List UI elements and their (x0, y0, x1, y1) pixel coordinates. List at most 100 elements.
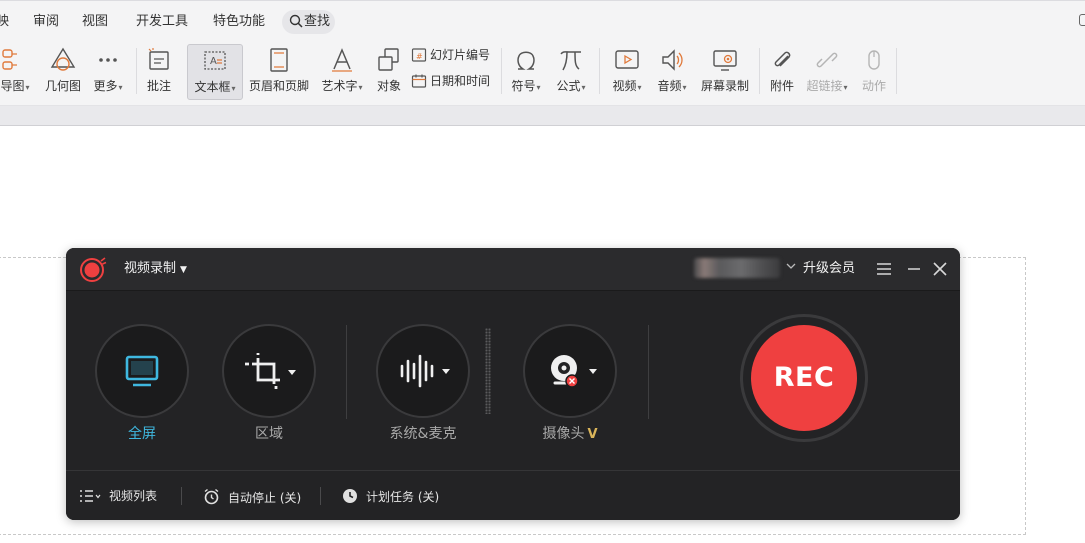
monitor-icon (125, 355, 159, 387)
comment-label: 批注 (146, 79, 171, 93)
alarm-clock-icon (204, 488, 219, 505)
menu-tab-features[interactable]: 特色功能 (213, 14, 265, 30)
scheduled-task-label: 计划任务 (关) (366, 490, 440, 504)
minimize-icon[interactable] (905, 260, 923, 278)
svg-text:#: # (416, 52, 423, 61)
shapes-button[interactable]: 几何图 (44, 44, 82, 100)
object-button[interactable]: 对象 (373, 44, 405, 100)
video-button[interactable]: 视频▾ (608, 44, 646, 100)
shapes-icon (50, 47, 76, 71)
caret-icon: ▾ (25, 83, 30, 92)
region-mode-button[interactable] (222, 324, 316, 418)
shapes-label: 几何图 (44, 79, 81, 93)
clock-icon (343, 489, 357, 503)
region-mode-label: 区域 (255, 426, 283, 442)
mouse-icon (868, 50, 880, 70)
hyperlink-button: 超链接▾ (804, 44, 850, 100)
ribbon-collapse-icon[interactable] (1079, 14, 1085, 26)
audio-button[interactable]: 音频▾ (653, 44, 691, 100)
speaker-icon (662, 49, 683, 71)
header-footer-label: 页眉和页脚 (248, 79, 309, 93)
mindmap-button[interactable]: 导图▾ (0, 44, 36, 100)
toolbar-separator (896, 48, 897, 94)
attachment-label: 附件 (769, 79, 794, 93)
mode-divider (648, 325, 649, 419)
caret-icon: ▾ (536, 83, 541, 92)
fullscreen-mode-label: 全屏 (128, 426, 156, 442)
screen-record-label: 屏幕录制 (700, 79, 749, 93)
upgrade-vip-link[interactable]: 升级会员 (803, 261, 855, 277)
mindmap-label: 导图 (0, 79, 25, 93)
menu-tab-review[interactable]: 审阅 (33, 14, 59, 30)
symbol-label: 符号 (511, 79, 536, 93)
link-icon (816, 52, 838, 68)
webcam-button[interactable] (523, 324, 617, 418)
date-time-button[interactable]: 日期和时间 (411, 72, 490, 90)
svg-text:A: A (210, 56, 217, 67)
slide-number-icon: # (411, 48, 427, 62)
user-avatar[interactable] (694, 258, 780, 278)
audio-source-button[interactable] (376, 324, 470, 418)
menu-tab-slideshow[interactable]: 映 (0, 14, 9, 30)
video-list-label: 视频列表 (109, 489, 158, 503)
screen: 映 审阅 视图 开发工具 特色功能 查找 导图▾ 几何图 更多▾ 批注 A 文本… (0, 0, 1085, 543)
fullscreen-mode-button[interactable] (95, 324, 189, 418)
recorder-titlebar[interactable]: 视频录制 ▼ 升级会员 (66, 248, 960, 291)
chevron-down-icon[interactable] (786, 261, 796, 271)
symbol-button[interactable]: 符号▾ (508, 44, 544, 100)
search-button[interactable]: 查找 (282, 10, 335, 34)
menu-icon[interactable] (875, 260, 893, 278)
action-button: 动作 (857, 44, 891, 100)
toolbar-separator (599, 48, 600, 94)
attachment-button[interactable]: 附件 (766, 44, 798, 100)
action-label: 动作 (861, 79, 886, 93)
audio-label: 音频 (657, 79, 682, 93)
slide-number-label: 幻灯片编号 (430, 48, 491, 62)
auto-stop-button[interactable]: 自动停止 (关) (203, 488, 301, 506)
wordart-icon (332, 48, 352, 72)
pi-icon (560, 51, 581, 71)
slide-number-button[interactable]: # 幻灯片编号 (411, 46, 490, 64)
video-label: 视频 (612, 79, 637, 93)
vip-badge-icon: V (587, 427, 598, 442)
ribbon-menubar: 映 审阅 视图 开发工具 特色功能 查找 (0, 0, 1085, 40)
date-time-label: 日期和时间 (430, 74, 491, 88)
recorder-footer: 视频列表 自动停止 (关) 计划任务 (关) (66, 470, 960, 520)
screen-record-button[interactable]: 屏幕录制 (699, 44, 751, 100)
wordart-label: 艺术字 (321, 79, 358, 93)
footer-separator (320, 487, 321, 505)
comment-button[interactable]: 批注 (143, 44, 175, 100)
close-icon[interactable] (931, 260, 949, 278)
caret-icon: ▾ (682, 83, 687, 92)
rec-button[interactable]: REC (751, 325, 857, 431)
toolbar-separator (136, 48, 137, 94)
ribbon-toolbar: 导图▾ 几何图 更多▾ 批注 A 文本框▾ 页眉和页脚 艺术字▾ 对象 # 幻灯… (0, 40, 1085, 106)
textbox-button[interactable]: A 文本框▾ (187, 44, 243, 100)
formula-button[interactable]: 公式▾ (552, 44, 590, 100)
footer-separator (181, 487, 182, 505)
caret-icon: ▾ (118, 83, 123, 92)
caret-icon: ▾ (231, 84, 236, 93)
toolbar-separator (501, 48, 502, 94)
dropdown-caret-icon: ▼ (180, 265, 187, 275)
toolbar-separator (759, 48, 760, 94)
recording-mode-dropdown[interactable]: 视频录制 ▼ (124, 261, 187, 278)
more-button[interactable]: 更多▾ (89, 44, 127, 100)
video-list-button[interactable]: 视频列表 (79, 488, 157, 504)
wordart-button[interactable]: 艺术字▾ (318, 44, 366, 100)
audio-source-label: 系统&麦克 (389, 426, 457, 442)
menu-tab-developer[interactable]: 开发工具 (136, 14, 188, 30)
formula-label: 公式 (556, 79, 581, 93)
audio-wave-icon (400, 354, 450, 388)
webcam-icon (551, 355, 597, 388)
scheduled-task-button[interactable]: 计划任务 (关) (342, 488, 439, 505)
video-icon (615, 50, 639, 69)
menu-tab-view[interactable]: 视图 (82, 14, 108, 30)
crop-icon (245, 353, 296, 389)
drag-handle[interactable] (485, 328, 491, 414)
header-footer-button[interactable]: 页眉和页脚 (247, 44, 311, 100)
calendar-icon (411, 74, 427, 88)
screen-record-icon (713, 50, 737, 71)
caret-icon: ▾ (843, 83, 848, 92)
recording-mode-label: 视频录制 (124, 261, 177, 276)
